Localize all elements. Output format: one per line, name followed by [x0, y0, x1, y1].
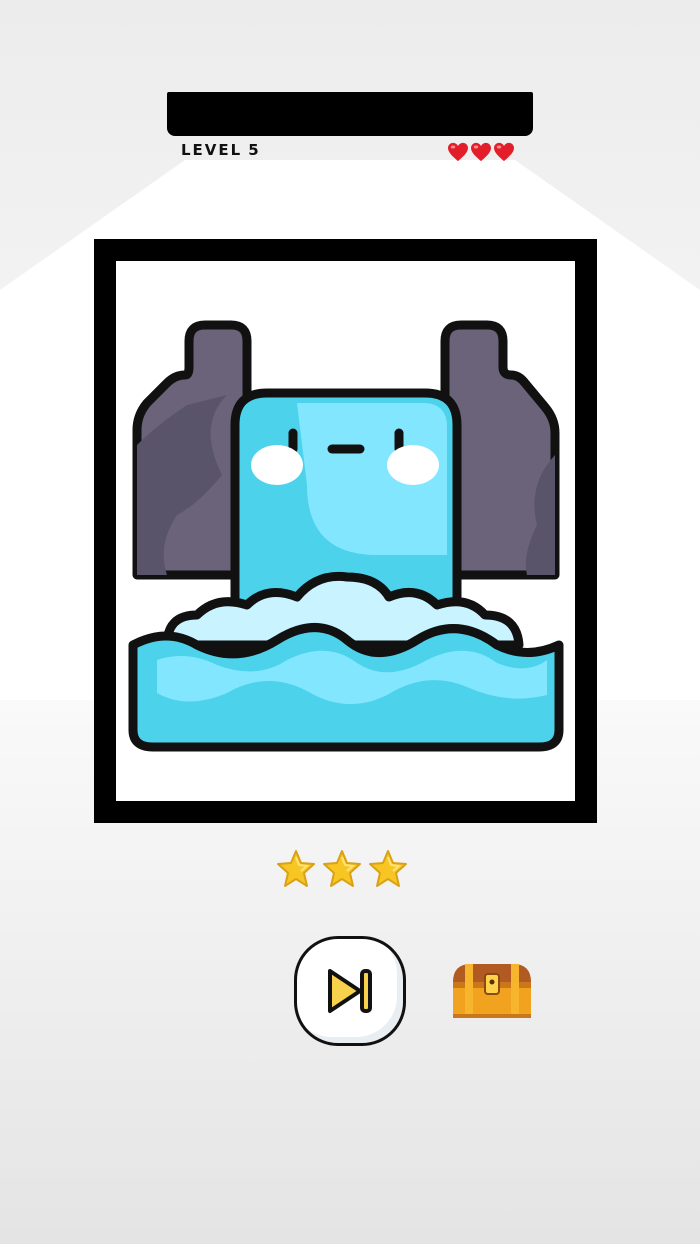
- heart-icon: [494, 142, 514, 162]
- heart-icon: [448, 142, 468, 162]
- level-indicator: LEVEL 5: [181, 141, 261, 159]
- lives-display: [447, 142, 515, 162]
- skip-forward-icon: [328, 969, 372, 1013]
- level-label: LEVEL: [181, 141, 243, 159]
- heart-icon: [471, 142, 491, 162]
- star-icon: [323, 850, 361, 887]
- rating-stars: [275, 848, 409, 890]
- waterfall-icon[interactable]: [127, 315, 565, 757]
- top-bar: [167, 92, 533, 136]
- treasure-chest-icon[interactable]: [449, 960, 535, 1020]
- level-number: 5: [248, 141, 261, 159]
- star-icon: [369, 850, 407, 887]
- star-icon: [277, 850, 315, 887]
- skip-level-button[interactable]: [294, 936, 406, 1046]
